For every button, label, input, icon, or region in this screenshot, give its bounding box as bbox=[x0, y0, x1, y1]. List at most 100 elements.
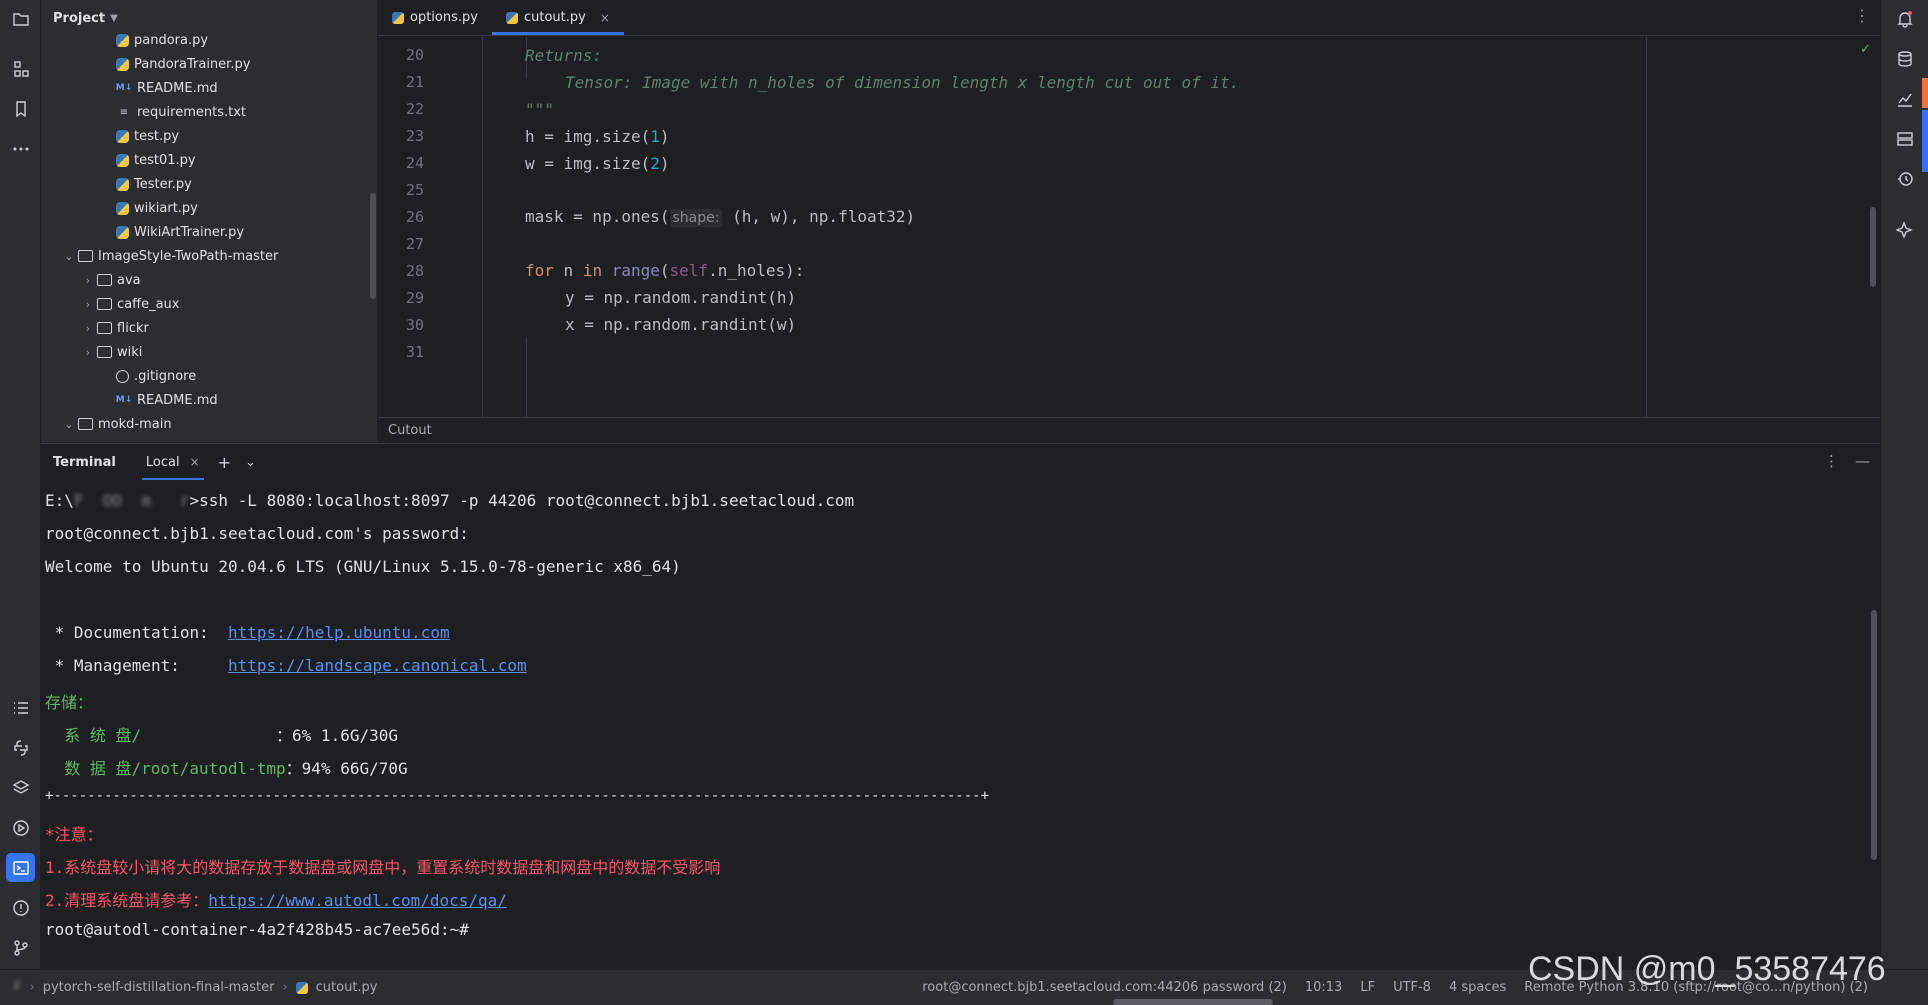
chevron-right-icon[interactable]: › bbox=[79, 346, 97, 359]
tree-item[interactable]: ≡ requirements.txt bbox=[41, 100, 377, 124]
tree-item[interactable]: ⌄ mokd-main bbox=[41, 412, 377, 436]
project-tool-button[interactable] bbox=[6, 4, 35, 33]
project-root-crumb[interactable]: F bbox=[14, 980, 21, 995]
code-token: w = img.size( bbox=[525, 154, 651, 173]
csdn-watermark: CSDN @m0_53587476 bbox=[1528, 950, 1886, 988]
server-icon bbox=[1896, 131, 1913, 146]
terminal-output[interactable]: E:\F OD m r>ssh -L 8080:localhost:8097 -… bbox=[41, 480, 1880, 969]
terminal-tool-button[interactable] bbox=[6, 853, 35, 882]
chevron-right-icon[interactable]: › bbox=[79, 322, 97, 335]
folder-icon bbox=[78, 250, 93, 262]
structure-tool-button[interactable] bbox=[6, 54, 35, 83]
tree-item[interactable]: › caffe_aux bbox=[41, 292, 377, 316]
line-ending[interactable]: LF bbox=[1360, 980, 1375, 995]
chevron-down-icon[interactable]: ⌄ bbox=[245, 455, 256, 470]
code-token: 2 bbox=[650, 154, 660, 173]
line-number: 30 bbox=[405, 316, 424, 334]
python-file-icon bbox=[116, 33, 129, 47]
indent-setting[interactable]: 4 spaces bbox=[1449, 980, 1506, 995]
database-tool-button[interactable] bbox=[1890, 44, 1919, 73]
list-icon bbox=[13, 701, 28, 714]
terminal-line: *注意： bbox=[45, 825, 103, 844]
ssh-connection-status[interactable]: root@connect.bjb1.seetacloud.com:44206 p… bbox=[922, 980, 1287, 995]
horizontal-scrollbar[interactable] bbox=[1113, 999, 1273, 1005]
todo-tool-button[interactable] bbox=[6, 693, 35, 722]
management-link[interactable]: https://landscape.canonical.com bbox=[228, 656, 527, 675]
breadcrumb-class[interactable]: Cutout bbox=[388, 423, 432, 438]
close-icon[interactable]: × bbox=[600, 11, 610, 25]
line-number: 31 bbox=[405, 343, 424, 361]
tab-options-py[interactable]: options.py bbox=[378, 0, 492, 35]
ai-assistant-button[interactable] bbox=[1890, 214, 1919, 243]
chevron-down-icon[interactable]: ⌄ bbox=[60, 250, 78, 263]
tree-item[interactable]: Tester.py bbox=[41, 172, 377, 196]
chevron-right-icon[interactable]: › bbox=[79, 298, 97, 311]
tree-item-label: mokd-main bbox=[98, 416, 172, 432]
options-menu-icon[interactable]: ⋮ bbox=[1824, 452, 1839, 470]
tree-item[interactable]: M↓ README.md bbox=[41, 388, 377, 412]
line-number: 27 bbox=[405, 235, 424, 253]
services-tool-button[interactable] bbox=[6, 813, 35, 842]
no-problems-check-icon[interactable]: ✓ bbox=[1860, 42, 1871, 57]
editor-scrollbar[interactable] bbox=[1870, 207, 1876, 287]
tree-item[interactable]: › flickr bbox=[41, 316, 377, 340]
file-encoding[interactable]: UTF-8 bbox=[1393, 980, 1431, 995]
tab-cutout-py[interactable]: cutout.py × bbox=[491, 0, 624, 35]
tree-item[interactable]: test.py bbox=[41, 124, 377, 148]
terminal-scrollbar[interactable] bbox=[1871, 610, 1877, 860]
terminal-header-actions: ⋮ — bbox=[1824, 452, 1870, 470]
tree-item[interactable]: M↓ README.md bbox=[41, 76, 377, 100]
tab-options-menu-icon[interactable]: ⋮ bbox=[1854, 6, 1870, 25]
tree-item[interactable]: .gitignore bbox=[41, 364, 377, 388]
python-packages-button[interactable] bbox=[6, 733, 35, 762]
folder-icon bbox=[97, 322, 112, 334]
project-crumb[interactable]: pytorch-self-distillation-final-master bbox=[43, 980, 275, 995]
folder-icon bbox=[97, 298, 112, 310]
terminal-tab-label: Local bbox=[145, 454, 180, 470]
right-tool-strip bbox=[1880, 0, 1928, 969]
code-token: n bbox=[553, 261, 583, 280]
close-icon[interactable]: × bbox=[190, 455, 200, 469]
tree-item[interactable]: test01.py bbox=[41, 148, 377, 172]
more-horizontal-icon bbox=[13, 147, 28, 150]
more-tools-button[interactable] bbox=[6, 134, 35, 163]
code-token: .n_holes): bbox=[708, 261, 805, 280]
layers-tool-button[interactable] bbox=[6, 773, 35, 802]
tree-item[interactable]: pandora.py bbox=[41, 28, 377, 52]
code-line-23: h = img.size(1) bbox=[525, 127, 670, 146]
tree-item[interactable]: WikiArtTrainer.py bbox=[41, 220, 377, 244]
remote-host-button[interactable] bbox=[1890, 124, 1919, 153]
problems-tool-button[interactable] bbox=[6, 893, 35, 922]
tree-item-label: requirements.txt bbox=[137, 104, 247, 120]
notifications-button[interactable] bbox=[1890, 4, 1919, 33]
chevron-right-icon[interactable]: › bbox=[79, 274, 97, 287]
caret-position[interactable]: 10:13 bbox=[1305, 980, 1342, 995]
add-terminal-icon[interactable]: + bbox=[218, 453, 231, 472]
ai-assistant-history-button[interactable] bbox=[1890, 164, 1919, 193]
file-crumb[interactable]: cutout.py bbox=[316, 980, 378, 995]
scientific-view-button[interactable] bbox=[1890, 84, 1919, 113]
terminal-text: * Documentation: bbox=[45, 623, 229, 642]
minimize-icon[interactable]: — bbox=[1855, 452, 1870, 470]
code-token: self bbox=[669, 261, 709, 280]
git-tool-button[interactable] bbox=[6, 933, 35, 962]
structure-icon bbox=[13, 60, 29, 77]
line-number: 28 bbox=[405, 262, 424, 280]
autodl-docs-link[interactable]: https://www.autodl.com/docs/qa/ bbox=[208, 891, 507, 910]
line-number: 20 bbox=[405, 46, 424, 64]
tree-item[interactable]: › wiki bbox=[41, 340, 377, 364]
bookmarks-tool-button[interactable] bbox=[6, 94, 35, 123]
chevron-down-icon[interactable]: ⌄ bbox=[60, 418, 78, 431]
editor-breadcrumb[interactable]: Cutout bbox=[378, 417, 1880, 442]
tree-item[interactable]: wikiart.py bbox=[41, 196, 377, 220]
terminal-tab-local[interactable]: Local × bbox=[141, 444, 204, 481]
tree-scrollbar[interactable] bbox=[370, 193, 376, 299]
tree-item-label: caffe_aux bbox=[117, 296, 180, 312]
code-editor[interactable]: 20 21 22 23 24 25 26 27 28 29 30 31 Returns: Tensor… bbox=[378, 37, 1880, 417]
tree-item[interactable]: PandoraTrainer.py bbox=[41, 52, 377, 76]
terminal-text: * Management: bbox=[45, 656, 229, 675]
documentation-link[interactable]: https://help.ubuntu.com bbox=[228, 623, 450, 642]
tree-item[interactable]: › ava bbox=[41, 268, 377, 292]
tree-item[interactable]: ⌄ ImageStyle-TwoPath-master bbox=[41, 244, 377, 268]
